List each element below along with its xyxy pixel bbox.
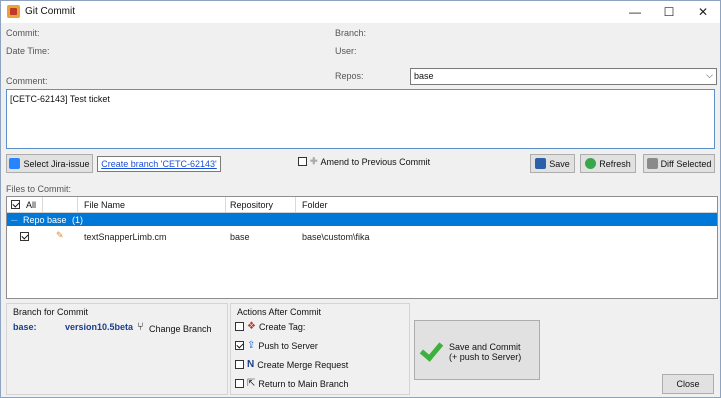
column-divider[interactable] xyxy=(225,197,226,212)
branch-for-commit-panel: Branch for Commit base: version10.5beta … xyxy=(6,303,228,395)
floppy-icon xyxy=(535,158,547,169)
branch-panel-title: Branch for Commit xyxy=(13,307,89,317)
change-branch-button[interactable]: Change Branch xyxy=(149,324,212,334)
files-to-commit-label: Files to Commit: xyxy=(6,184,72,194)
return-branch-icon: ⇱ xyxy=(247,378,256,389)
plus-icon: ✚ xyxy=(310,156,318,166)
diff-selected-label: Diff Selected xyxy=(660,158,712,169)
table-row[interactable]: ✎ textSnapperLimb.cm base base\custom\fi… xyxy=(7,229,717,243)
files-grid: All File Name Repository Folder ─ Repo b… xyxy=(6,196,718,299)
create-merge-request-option[interactable]: N Create Merge Request xyxy=(235,359,348,370)
group-label: Repo xyxy=(23,215,45,225)
create-merge-request-label: Create Merge Request xyxy=(257,359,349,370)
app-icon xyxy=(7,5,20,18)
save-label: Save xyxy=(549,158,570,169)
column-divider[interactable] xyxy=(77,197,78,212)
merge-request-icon: N xyxy=(247,359,255,370)
return-to-main-branch-label: Return to Main Branch xyxy=(258,378,349,389)
actions-panel-title: Actions After Commit xyxy=(237,307,322,317)
header-repository[interactable]: Repository xyxy=(230,200,273,210)
create-tag-checkbox[interactable] xyxy=(235,322,244,331)
branch-icon: ⑂ xyxy=(137,321,144,333)
collapse-icon[interactable]: ─ xyxy=(11,215,17,225)
commit-label: Commit: xyxy=(6,28,40,38)
repos-select-value: base xyxy=(414,71,434,81)
title-bar: Git Commit — ☐ ✕ xyxy=(1,1,720,23)
return-to-main-branch-checkbox[interactable] xyxy=(235,379,244,388)
branch-repo: base: xyxy=(13,322,37,332)
repos-select[interactable]: base ⌵ xyxy=(410,68,717,85)
comment-textarea[interactable]: [CETC-62143] Test ticket xyxy=(6,89,715,149)
select-jira-issue-button[interactable]: Select Jira-issue xyxy=(6,154,93,173)
row-folder: base\custom\fika xyxy=(302,232,370,242)
create-tag-option[interactable]: ❖ Create Tag: xyxy=(235,321,305,332)
save-button[interactable]: Save xyxy=(530,154,575,173)
minimize-button[interactable]: — xyxy=(618,1,652,23)
push-to-server-checkbox[interactable] xyxy=(235,341,244,350)
tag-icon: ❖ xyxy=(247,321,256,332)
repo-group-row[interactable]: ─ Repo base (1) xyxy=(7,213,717,226)
datetime-label: Date Time: xyxy=(6,46,50,56)
checkmark-icon xyxy=(419,337,444,362)
amend-checkbox-row[interactable]: ✚ Amend to Previous Commit xyxy=(298,156,430,167)
create-tag-label: Create Tag: xyxy=(258,321,306,332)
push-to-server-option[interactable]: ⇪ Push to Server xyxy=(235,340,318,351)
create-branch-link[interactable]: Create branch 'CETC-62143' xyxy=(97,156,221,172)
repos-label: Repos: xyxy=(335,71,364,81)
push-to-server-label: Push to Server xyxy=(258,340,318,351)
comment-text: [CETC-62143] Test ticket xyxy=(10,94,110,104)
refresh-label: Refresh xyxy=(599,158,631,169)
row-checkbox-wrap[interactable] xyxy=(20,231,29,242)
push-to-server-sublabel: (+ push to Server) xyxy=(449,352,522,362)
row-checkbox[interactable] xyxy=(20,232,29,242)
grid-header: All File Name Repository Folder xyxy=(7,197,717,213)
git-commit-window: Git Commit — ☐ ✕ Commit: Branch: Date Ti… xyxy=(0,0,721,398)
return-to-main-branch-option[interactable]: ⇱ Return to Main Branch xyxy=(235,378,348,389)
branch-label: Branch: xyxy=(335,28,367,38)
window-title: Git Commit xyxy=(25,6,75,17)
header-folder[interactable]: Folder xyxy=(302,200,328,210)
refresh-button[interactable]: Refresh xyxy=(580,154,636,173)
row-repository: base xyxy=(230,232,250,242)
jira-icon xyxy=(9,158,21,169)
header-file-name[interactable]: File Name xyxy=(84,200,125,210)
refresh-icon xyxy=(585,158,597,169)
column-divider[interactable] xyxy=(42,197,43,212)
close-window-button[interactable]: ✕ xyxy=(686,1,720,23)
actions-after-commit-panel: Actions After Commit ❖ Create Tag: ⇪ Pus… xyxy=(230,303,410,395)
select-all-checkbox[interactable] xyxy=(11,200,20,210)
group-count: (1) xyxy=(72,215,83,225)
amend-label: Amend to Previous Commit xyxy=(320,156,431,167)
header-all: All xyxy=(26,200,37,210)
diff-selected-button[interactable]: Diff Selected xyxy=(643,154,715,173)
diff-icon xyxy=(646,158,658,169)
save-and-commit-label: Save and Commit xyxy=(449,342,521,352)
user-label: User: xyxy=(335,46,357,56)
amend-checkbox[interactable] xyxy=(298,157,307,166)
create-merge-request-checkbox[interactable] xyxy=(235,360,244,369)
select-jira-issue-label: Select Jira-issue xyxy=(23,158,90,169)
maximize-button[interactable]: ☐ xyxy=(652,1,686,23)
chevron-down-icon: ⌵ xyxy=(706,70,713,80)
select-all-checkbox-wrap[interactable] xyxy=(11,199,20,210)
branch-name: version10.5beta xyxy=(65,322,134,332)
column-divider[interactable] xyxy=(295,197,296,212)
push-icon: ⇪ xyxy=(247,340,256,351)
group-name: base xyxy=(47,215,67,225)
close-button[interactable]: Close xyxy=(662,374,714,394)
row-file-name: textSnapperLimb.cm xyxy=(84,232,167,242)
pencil-icon: ✎ xyxy=(56,230,64,240)
comment-label: Comment: xyxy=(6,76,48,86)
save-and-commit-button[interactable]: Save and Commit (+ push to Server) xyxy=(414,320,540,380)
